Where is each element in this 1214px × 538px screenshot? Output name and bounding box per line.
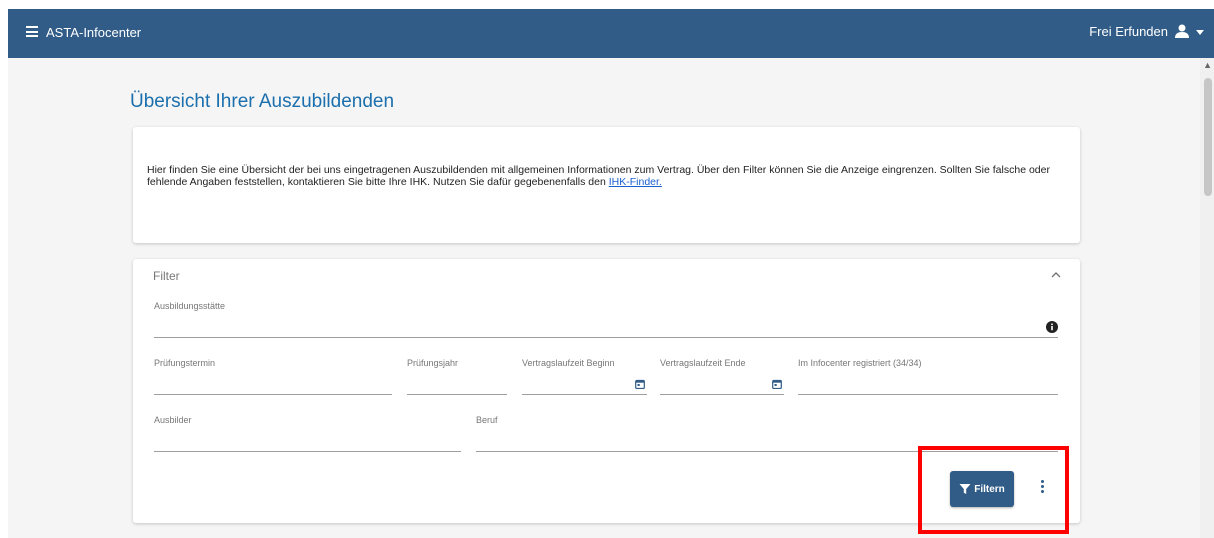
registriert-label: Im Infocenter registriert (34/34)	[798, 358, 922, 368]
filter-card: Filter Ausbildungsstätte Prüfungstermin …	[133, 259, 1080, 523]
info-text: Hier finden Sie eine Übersicht der bei u…	[147, 164, 1067, 188]
filter-button-label: Filtern	[974, 483, 1005, 495]
user-icon	[1175, 24, 1189, 38]
app-frame: ASTA-Infocenter Frei Erfunden ▲ Übersich…	[8, 9, 1214, 538]
info-icon[interactable]	[1046, 321, 1058, 333]
vertrag-ende-label: Vertragslaufzeit Ende	[660, 358, 746, 368]
registriert-field[interactable]: Im Infocenter registriert (34/34)	[798, 358, 1058, 395]
pruefungstermin-label: Prüfungstermin	[154, 358, 216, 368]
scrollbar[interactable]: ▲	[1200, 58, 1214, 538]
filter-icon	[959, 484, 971, 494]
ausbildungsstaette-label: Ausbildungsstätte	[154, 301, 226, 311]
menu-icon[interactable]	[26, 26, 38, 37]
filter-title: Filter	[153, 269, 180, 283]
vertrag-beginn-field[interactable]: Vertragslaufzeit Beginn	[522, 358, 647, 395]
more-vert-icon[interactable]	[1039, 480, 1045, 496]
top-bar: ASTA-Infocenter Frei Erfunden	[8, 9, 1214, 58]
pruefungstermin-field[interactable]: Prüfungstermin	[154, 358, 392, 395]
chevron-up-icon[interactable]	[1048, 267, 1064, 283]
pruefungsjahr-label: Prüfungsjahr	[407, 358, 459, 368]
beruf-label: Beruf	[476, 415, 498, 425]
caret-down-icon	[1196, 30, 1204, 35]
user-menu[interactable]: Frei Erfunden	[1089, 23, 1204, 39]
scroll-thumb[interactable]	[1204, 78, 1212, 196]
beruf-field[interactable]: Beruf	[476, 415, 1058, 452]
app-title: ASTA-Infocenter	[46, 25, 142, 40]
vertrag-beginn-label: Vertragslaufzeit Beginn	[522, 358, 615, 368]
pruefungsjahr-field[interactable]: Prüfungsjahr	[407, 358, 507, 395]
ausbildungsstaette-field[interactable]: Ausbildungsstätte	[154, 301, 1058, 338]
ihk-finder-link[interactable]: IHK-Finder.	[609, 176, 662, 188]
page-title: Übersicht Ihrer Auszubildenden	[130, 91, 395, 112]
info-paragraph: Hier finden Sie eine Übersicht der bei u…	[147, 164, 1050, 188]
calendar-icon[interactable]	[635, 379, 645, 389]
scroll-up-icon[interactable]: ▲	[1203, 60, 1212, 70]
filter-button[interactable]: Filtern	[950, 471, 1014, 507]
calendar-icon[interactable]	[772, 379, 782, 389]
info-card: Hier finden Sie eine Übersicht der bei u…	[133, 127, 1080, 243]
vertrag-ende-field[interactable]: Vertragslaufzeit Ende	[660, 358, 784, 395]
user-name: Frei Erfunden	[1089, 23, 1168, 39]
ausbilder-label: Ausbilder	[154, 415, 192, 425]
ausbilder-field[interactable]: Ausbilder	[154, 415, 461, 452]
